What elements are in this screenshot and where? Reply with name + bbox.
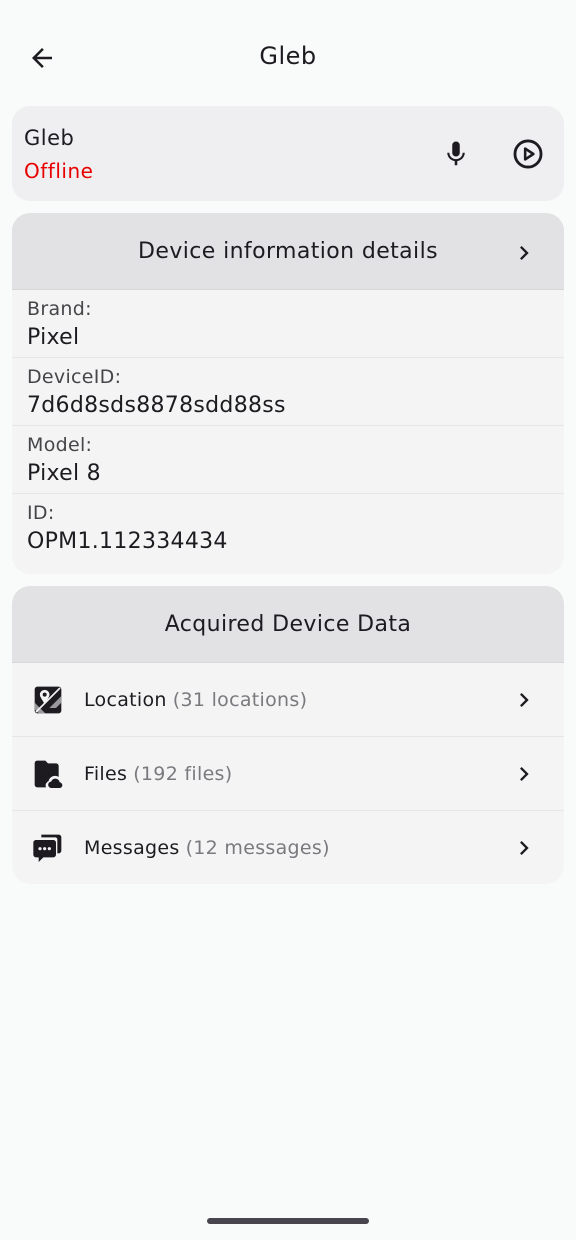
messages-count: (12 messages)	[185, 837, 330, 859]
microphone-button[interactable]	[434, 132, 478, 176]
info-row-id: ID: OPM1.112334434	[12, 494, 564, 562]
page-title: Gleb	[259, 42, 317, 70]
app-bar: Gleb	[0, 0, 576, 116]
info-value: OPM1.112334434	[27, 529, 228, 554]
status-badge: Offline	[24, 159, 94, 183]
list-item-files[interactable]: Files (192 files)	[12, 737, 564, 811]
info-value: 7d6d8sds8878sdd88ss	[27, 393, 286, 418]
device-info-title: Device information details	[138, 238, 438, 264]
chevron-right-icon	[520, 693, 529, 707]
files-count: (192 files)	[133, 762, 233, 785]
location-label: Location	[84, 688, 167, 711]
chevron-right-icon	[520, 246, 529, 260]
list-item-location[interactable]: Location (31 locations)	[12, 663, 564, 737]
info-row-model: Model: Pixel 8	[12, 426, 564, 494]
acquired-data-header: Acquired Device Data	[12, 586, 564, 663]
list-item-label: Files (192 files)	[84, 763, 232, 785]
user-status-card: Gleb Offline	[12, 106, 564, 201]
list-item-label: Messages (12 messages)	[84, 837, 330, 859]
info-row-device-id: DeviceID: 7d6d8sds8878sdd88ss	[12, 358, 564, 426]
acquired-data-card: Acquired Device Data Location (31 locatio…	[12, 586, 564, 884]
messages-label: Messages	[84, 837, 180, 859]
chevron-right-icon	[520, 841, 529, 855]
user-name: Gleb	[24, 126, 75, 150]
acquired-data-title: Acquired Device Data	[164, 611, 412, 637]
info-value: Pixel 8	[27, 461, 101, 486]
play-circle-icon	[513, 139, 543, 169]
info-row-brand: Brand: Pixel	[12, 290, 564, 358]
info-value: Pixel	[27, 325, 80, 350]
device-info-card: Device information details Brand: Pixel …	[12, 213, 564, 574]
chat-bubbles-icon	[33, 834, 62, 862]
microphone-icon	[447, 141, 465, 166]
list-item-messages[interactable]: Messages (12 messages)	[12, 811, 564, 884]
files-label: Files	[84, 762, 128, 785]
chevron-right-icon	[520, 767, 529, 781]
info-label: Brand:	[27, 298, 92, 320]
play-button[interactable]	[506, 132, 550, 176]
cloud-folder-icon	[34, 760, 63, 789]
device-info-header[interactable]: Device information details	[12, 213, 564, 290]
list-item-label: Location (31 locations)	[84, 689, 307, 711]
info-label: Model:	[27, 434, 93, 456]
home-indicator[interactable]	[207, 1218, 369, 1224]
info-label: ID:	[27, 502, 55, 524]
info-label: DeviceID:	[27, 366, 122, 388]
location-count: (31 locations)	[172, 688, 308, 711]
location-map-icon	[34, 686, 62, 714]
